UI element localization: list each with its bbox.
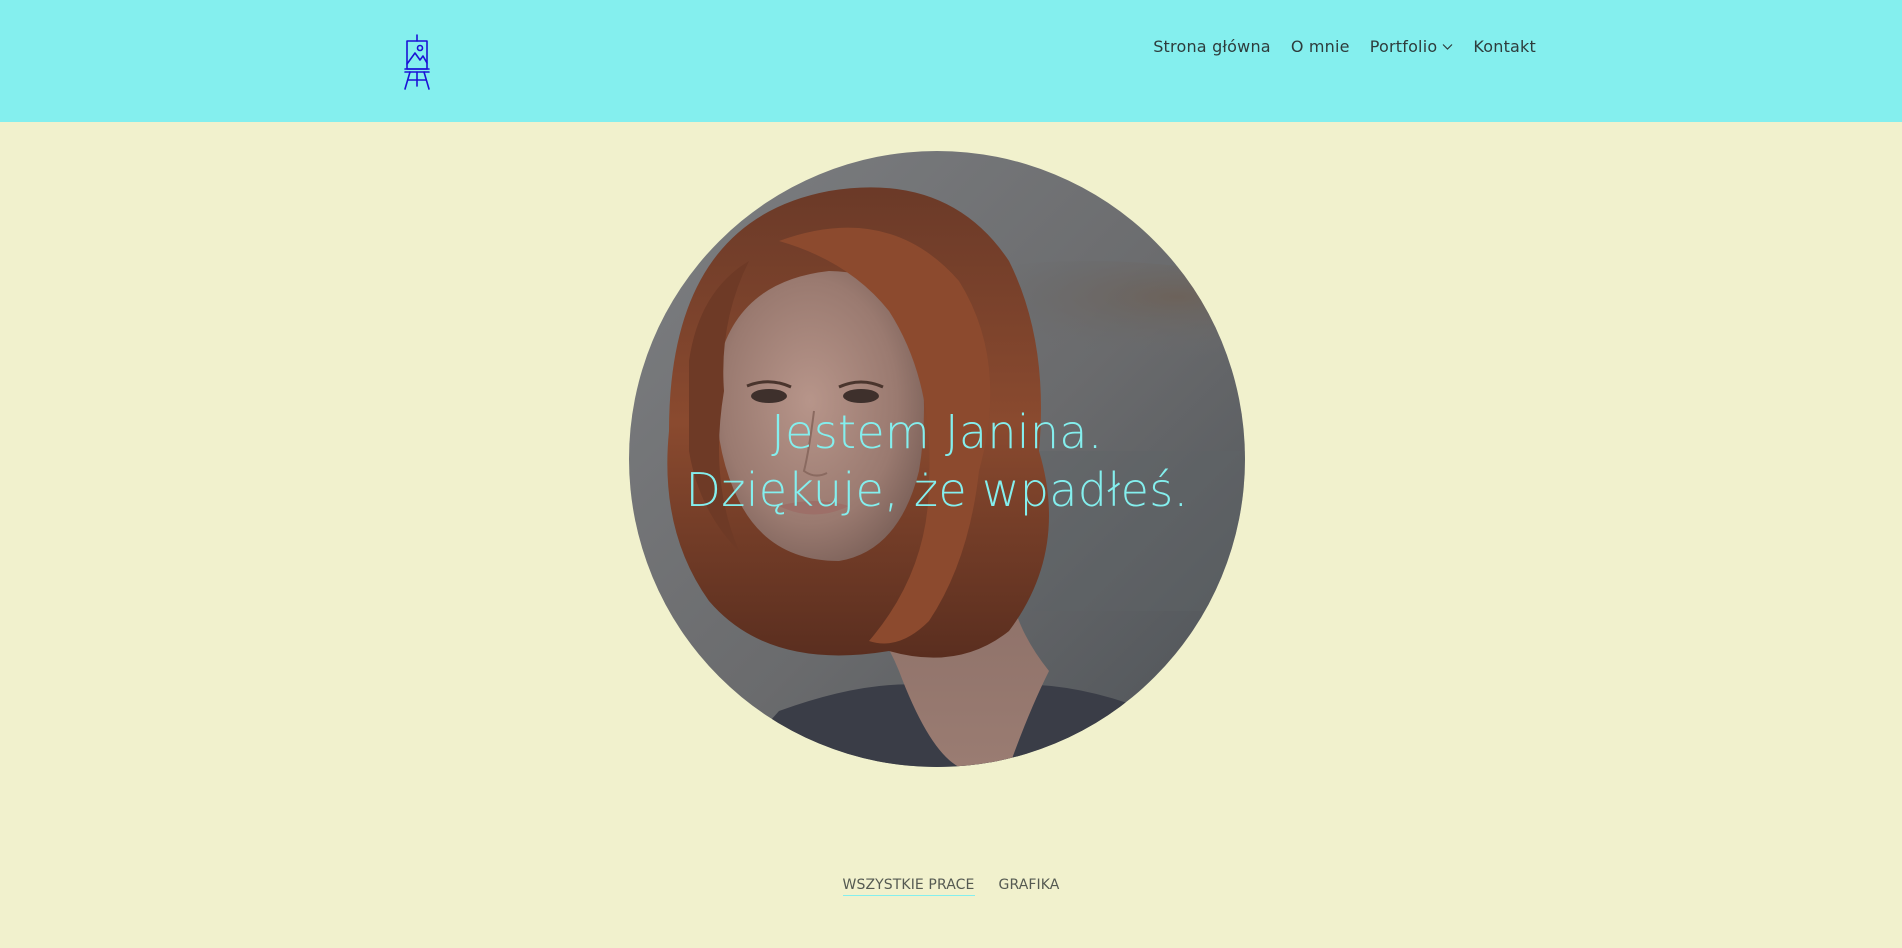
portfolio-filters: WSZYSTKIE PRACE GRAFIKA <box>0 877 1902 896</box>
nav-item-label: Strona główna <box>1153 37 1271 56</box>
nav-item-label: Portfolio <box>1369 37 1438 56</box>
nav-item-home[interactable]: Strona główna <box>1153 37 1271 56</box>
nav-item-contact[interactable]: Kontakt <box>1473 37 1536 56</box>
hero-headline: Jestem Janina. Dziękuje, że wpadłeś. <box>629 151 1245 767</box>
nav-item-about[interactable]: O mnie <box>1291 37 1350 56</box>
hero-line-2: Dziękuje, że wpadłeś. <box>685 463 1189 517</box>
site-header: Strona główna O mnie Portfolio Kontakt <box>0 0 1902 122</box>
nav-item-label: Kontakt <box>1473 37 1536 56</box>
filter-graphics[interactable]: GRAFIKA <box>999 877 1060 896</box>
chevron-down-icon <box>1442 44 1453 50</box>
nav-item-label: O mnie <box>1290 37 1350 56</box>
filter-all-works[interactable]: WSZYSTKIE PRACE <box>842 877 975 896</box>
easel-icon <box>404 34 430 90</box>
hero-portrait: Jestem Janina. Dziękuje, że wpadłeś. <box>629 151 1245 767</box>
nav-item-portfolio[interactable]: Portfolio <box>1370 37 1454 56</box>
main-nav: Strona główna O mnie Portfolio Kontakt <box>1153 37 1536 56</box>
hero-line-1: Jestem Janina. <box>771 405 1103 459</box>
site-logo[interactable] <box>400 34 434 90</box>
